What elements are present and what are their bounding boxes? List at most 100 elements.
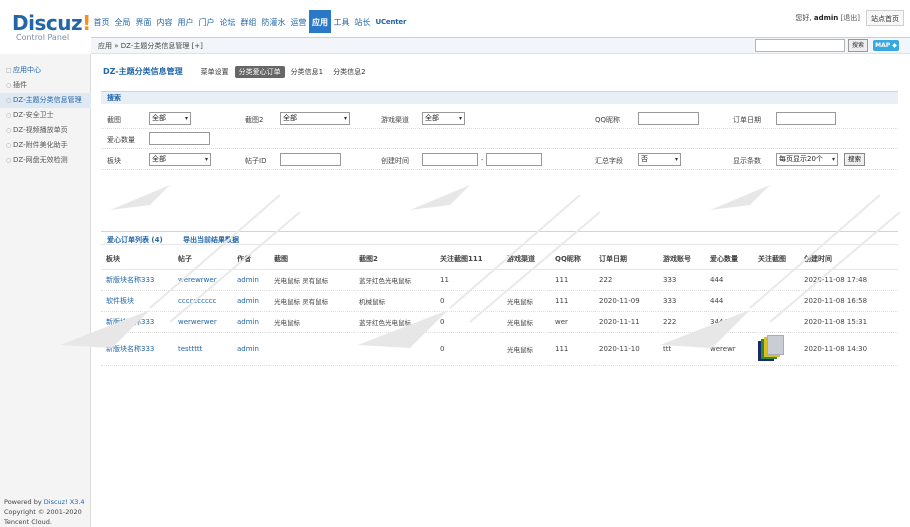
qq-input[interactable] (638, 112, 699, 125)
tab-3[interactable]: 分类信息2 (329, 66, 369, 78)
order-date-input[interactable] (776, 112, 836, 125)
map-button[interactable]: MAP ◆ (873, 40, 899, 51)
nav-item-11[interactable]: 工具 (331, 10, 352, 33)
table-cell: 2020-11-08 15:31 (799, 311, 898, 333)
sidebar-menu: □应用中心 ○ 插件 ○ DZ-主题分类信息管理 ○ DZ-安全卫士 ○ DZ-视频播放单页 ○ D… (0, 63, 91, 168)
thread-id-input[interactable] (280, 153, 341, 166)
nav-item-7[interactable]: 群组 (238, 10, 259, 33)
table-cell[interactable]: admin (232, 290, 269, 312)
table-cell: werewr (705, 332, 753, 366)
pic2-select-value: 全部 (283, 114, 297, 122)
sum-field-select[interactable]: 否 ▾ (638, 153, 681, 166)
nav-item-1[interactable]: 全局 (112, 10, 133, 33)
header-search-button[interactable]: 搜索 (848, 39, 868, 52)
table-cell[interactable]: testtttt (173, 332, 232, 366)
nav-item-10[interactable]: 应用 (309, 10, 331, 33)
circle-icon: ○ (6, 97, 12, 104)
column-header: QQ昵称 (550, 249, 594, 270)
nav-item-0[interactable]: 首页 (91, 10, 112, 33)
main-content: DZ-主题分类信息管理 菜单设置 分类爱心订单 分类信息1 分类信息2 搜索 截图 全… (91, 54, 910, 527)
table-cell[interactable]: 新版块名称333 (101, 332, 173, 366)
logo-brand: Discuz! (12, 11, 91, 35)
sidebar-item-1[interactable]: ○ 插件 (0, 78, 91, 93)
sum-field-select-value: 否 (641, 155, 648, 163)
sidebar-item-label: 插件 (13, 81, 27, 89)
logo-subtitle: Control Panel (16, 33, 70, 42)
column-header: 爱心数量 (705, 249, 753, 270)
sidebar-item-label: DZ-主题分类信息管理 (13, 96, 82, 104)
table-row: 新版块名称333 werwerwer admin 光电鼠标 蓝牙红色光电鼠标 0 光电鼠标 w… (101, 311, 898, 333)
product-link[interactable]: Discuz! X3.4 (44, 498, 85, 506)
nav-item-13[interactable]: UCenter (373, 10, 409, 33)
column-header: 板块 (101, 249, 173, 270)
tab-2[interactable]: 分类信息1 (287, 66, 327, 78)
table-cell[interactable]: 新版块名称333 (101, 269, 173, 291)
sidebar-footer: Powered by Discuz! X3.4 Copyright © 2001… (4, 497, 90, 527)
circle-icon: ○ (6, 112, 12, 119)
pic2-select[interactable]: 全部 ▾ (280, 112, 350, 125)
love-count-input[interactable] (149, 132, 210, 145)
top-bar: 首页 全局 界面 内容 用户 门户 论坛 群组 防灌水 运营 应用 工具 站长 UCenter 您好, a… (91, 10, 910, 33)
nav-item-2[interactable]: 界面 (133, 10, 154, 33)
chevron-down-icon: ▾ (184, 115, 188, 122)
table-cell[interactable]: werewrwer (173, 269, 232, 291)
site-home-button[interactable]: 站点首页 (866, 10, 904, 26)
header-search-input[interactable] (755, 39, 845, 52)
sidebar-item-0[interactable]: □应用中心 (0, 63, 91, 78)
nav-item-3[interactable]: 内容 (154, 10, 175, 33)
table-cell: 11 (435, 269, 502, 291)
tab-0[interactable]: 菜单设置 (197, 66, 233, 78)
table-cell (269, 332, 354, 366)
screenshot-thumbnail[interactable] (758, 334, 786, 363)
logo[interactable]: Discuz! Control Panel (0, 0, 91, 54)
column-header: 作者 (232, 249, 269, 270)
nav-item-12[interactable]: 站长 (352, 10, 373, 33)
filter-search-button[interactable]: 搜索 (844, 153, 865, 166)
sidebar-item-2[interactable]: ○ DZ-主题分类信息管理 (0, 93, 91, 108)
table-cell[interactable]: admin (232, 311, 269, 333)
create-time-end-input[interactable] (486, 153, 542, 166)
channel-select-value: 全部 (425, 114, 439, 122)
circle-icon: ○ (6, 82, 12, 89)
column-header: 截图2 (354, 249, 435, 270)
table-cell: 222 (658, 311, 705, 333)
forum-select[interactable]: 全部 ▾ (149, 153, 211, 166)
table-cell[interactable]: 软件板块 (101, 290, 173, 312)
pic-select[interactable]: 全部 ▾ (149, 112, 191, 125)
table-cell: 光电鼠标 (502, 311, 550, 333)
sidebar-item-5[interactable]: ○ DZ-附件美化助手 (0, 138, 91, 153)
table-cell: 光电鼠标 灵有鼠标 (269, 290, 354, 312)
forum-select-value: 全部 (152, 155, 166, 163)
per-page-label: 显示条数 (733, 157, 761, 165)
nav-item-4[interactable]: 用户 (175, 10, 196, 33)
table-cell: 蓝牙红色光电鼠标 (354, 269, 435, 291)
nav-item-9[interactable]: 运营 (288, 10, 309, 33)
logout-link[interactable]: [退出] (841, 14, 860, 22)
column-header: 关注截图 (753, 249, 799, 270)
per-page-select[interactable]: 每页显示20个 ▾ (776, 153, 838, 166)
nav-item-6[interactable]: 论坛 (217, 10, 238, 33)
channel-select[interactable]: 全部 ▾ (422, 112, 465, 125)
chevron-down-icon: ▾ (343, 115, 347, 122)
per-page-select-value: 每页显示20个 (779, 155, 823, 163)
table-cell: 2020-11-10 (594, 332, 658, 366)
table-cell[interactable]: admin (232, 269, 269, 291)
sidebar-item-label: DZ-安全卫士 (13, 111, 54, 119)
breadcrumb[interactable]: 应用 » DZ-主题分类信息管理 [+] (98, 38, 203, 54)
create-time-start-input[interactable] (422, 153, 478, 166)
tab-1[interactable]: 分类爱心订单 (234, 65, 285, 78)
table-cell[interactable]: cccccccccc (173, 290, 232, 312)
column-header: 创建时间 (799, 249, 898, 270)
column-header: 订单日期 (594, 249, 658, 270)
table-cell[interactable]: 新版块名称333 (101, 311, 173, 333)
sidebar-item-3[interactable]: ○ DZ-安全卫士 (0, 108, 91, 123)
nav-item-8[interactable]: 防灌水 (259, 10, 288, 33)
export-link[interactable]: 导出当前结果数据 (183, 235, 239, 245)
table-cell: 333 (658, 269, 705, 291)
table-cell[interactable]: admin (232, 332, 269, 366)
sidebar-item-4[interactable]: ○ DZ-视频播放单页 (0, 123, 91, 138)
nav-item-5[interactable]: 门户 (196, 10, 217, 33)
sidebar-item-6[interactable]: ○ DZ-网盘无效检测 (0, 153, 91, 168)
table-row: 新版块名称333 testtttt admin 0 光电鼠标 111 2020-11-10 t… (101, 332, 898, 366)
table-cell[interactable]: werwerwer (173, 311, 232, 333)
